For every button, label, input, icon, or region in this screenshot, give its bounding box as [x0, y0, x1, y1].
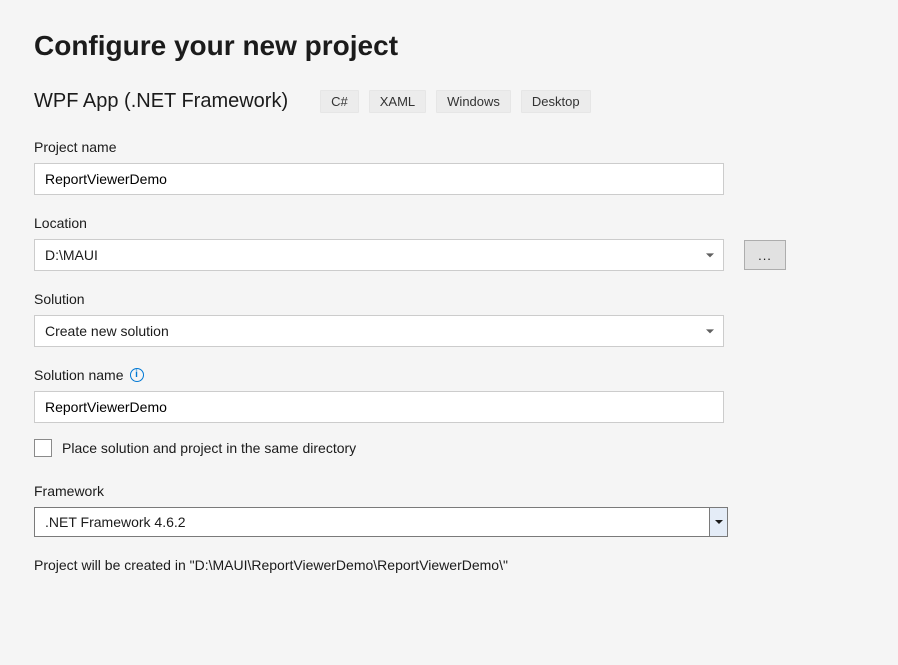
same-directory-row: Place solution and project in the same d… — [34, 439, 864, 457]
framework-dropdown-button[interactable] — [709, 508, 727, 536]
same-directory-checkbox[interactable] — [34, 439, 52, 457]
solution-label: Solution — [34, 291, 864, 307]
page-title: Configure your new project — [34, 30, 864, 62]
project-name-input[interactable] — [34, 163, 724, 195]
project-path-summary: Project will be created in "D:\MAUI\Repo… — [34, 557, 864, 573]
tag-windows: Windows — [436, 90, 511, 113]
framework-label: Framework — [34, 483, 864, 499]
chevron-down-icon — [706, 329, 714, 333]
framework-value: .NET Framework 4.6.2 — [35, 508, 709, 536]
solution-value: Create new solution — [45, 323, 169, 339]
tag-xaml: XAML — [369, 90, 426, 113]
chevron-down-icon — [715, 520, 723, 524]
tag-csharp: C# — [320, 90, 359, 113]
framework-field: Framework .NET Framework 4.6.2 — [34, 483, 864, 537]
same-directory-label: Place solution and project in the same d… — [62, 440, 356, 456]
solution-name-input[interactable] — [34, 391, 724, 423]
solution-name-field: Solution name i — [34, 367, 864, 423]
location-value: D:\MAUI — [45, 247, 98, 263]
framework-combo[interactable]: .NET Framework 4.6.2 — [34, 507, 728, 537]
solution-name-label: Solution name i — [34, 367, 864, 383]
tag-desktop: Desktop — [521, 90, 591, 113]
info-icon[interactable]: i — [130, 368, 144, 382]
template-header: WPF App (.NET Framework) C# XAML Windows… — [34, 90, 864, 113]
project-name-label: Project name — [34, 139, 864, 155]
solution-combo[interactable]: Create new solution — [34, 315, 724, 347]
template-tags: C# XAML Windows Desktop — [320, 90, 590, 113]
browse-button[interactable]: ... — [744, 240, 786, 270]
location-field: Location D:\MAUI ... — [34, 215, 864, 271]
chevron-down-icon — [706, 253, 714, 257]
solution-field: Solution Create new solution — [34, 291, 864, 347]
location-label: Location — [34, 215, 864, 231]
location-combo[interactable]: D:\MAUI — [34, 239, 724, 271]
template-name: WPF App (.NET Framework) — [34, 90, 288, 113]
project-name-field: Project name — [34, 139, 864, 195]
